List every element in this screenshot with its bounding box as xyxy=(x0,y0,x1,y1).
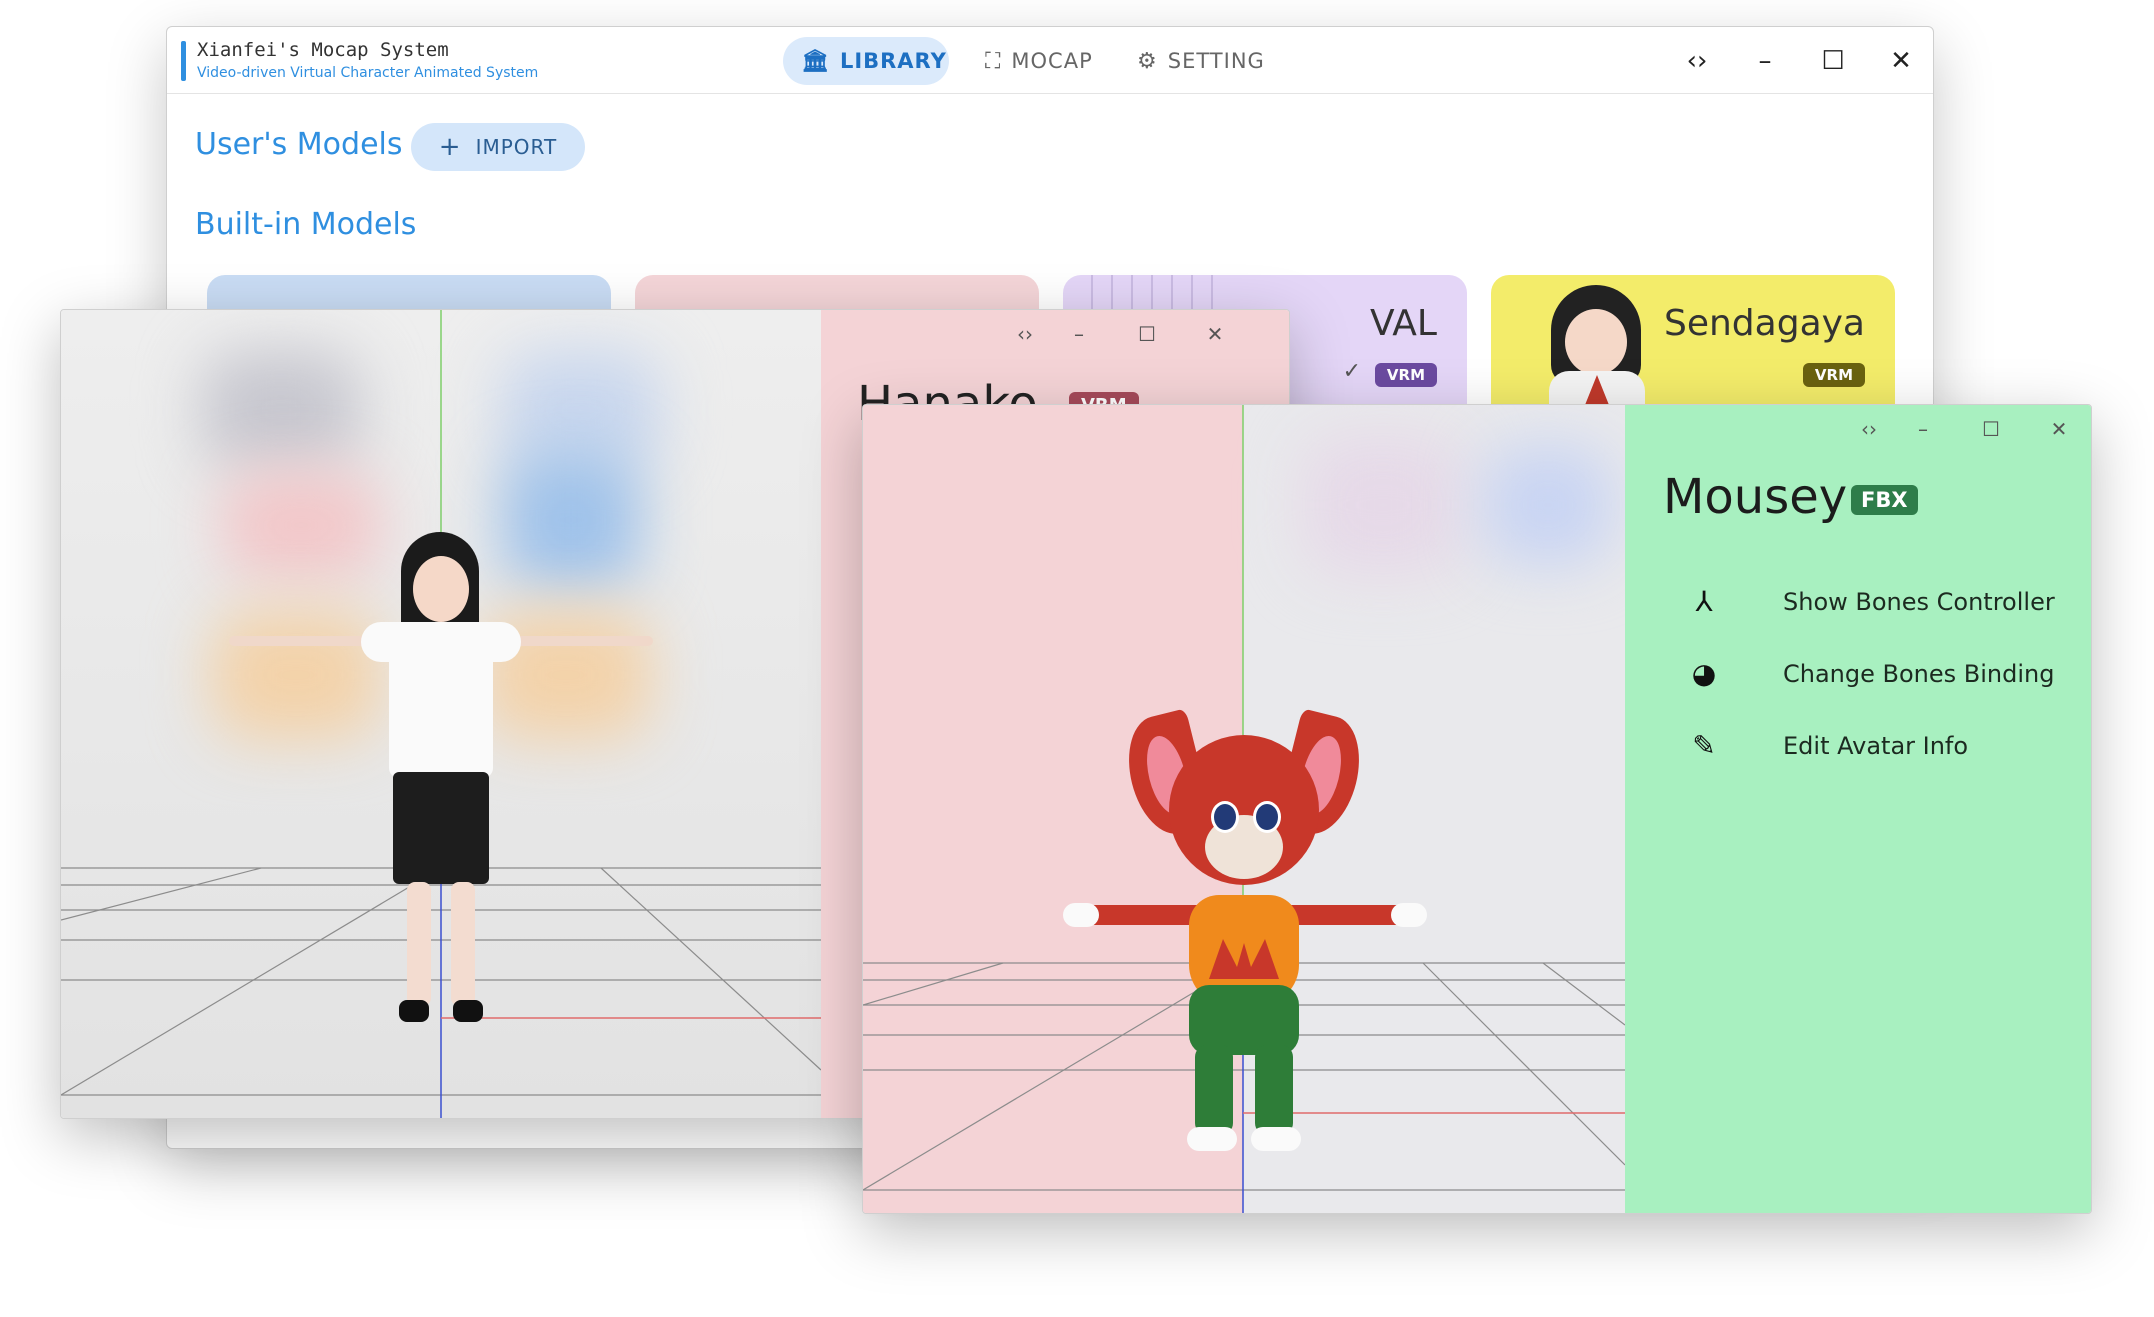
close-button[interactable]: ✕ xyxy=(1197,316,1233,352)
maximize-button[interactable]: ☐ xyxy=(1973,411,2009,447)
info-panel-mousey: ‹› – ☐ ✕ Mousey FBX ⅄ Show Bones Control… xyxy=(1625,405,2091,1213)
format-badge: VRM xyxy=(1374,363,1437,387)
import-button[interactable]: + IMPORT xyxy=(411,123,585,171)
brand-accent-bar xyxy=(181,41,186,81)
tab-library-label: LIBRARY xyxy=(839,49,947,73)
menu-item-show-bones[interactable]: ⅄ Show Bones Controller xyxy=(1685,585,2055,618)
plus-icon: + xyxy=(438,132,462,162)
code-toggle-button[interactable]: ‹› xyxy=(1851,411,1887,447)
code-toggle-button[interactable]: ‹› xyxy=(1675,39,1719,83)
viewport-3d[interactable] xyxy=(863,405,1626,1213)
tab-setting[interactable]: ⚙ SETTING xyxy=(1119,37,1279,85)
menu-item-label: Show Bones Controller xyxy=(1783,587,2055,616)
minimize-icon: – xyxy=(1758,46,1772,76)
model-name: Mousey xyxy=(1663,469,1848,525)
code-toggle-button[interactable]: ‹› xyxy=(1007,316,1043,352)
tab-mocap-label: MOCAP xyxy=(1011,49,1093,73)
builtin-models-heading: Built-in Models xyxy=(195,207,417,242)
maximize-button[interactable]: ☐ xyxy=(1129,316,1165,352)
menu-item-change-binding[interactable]: ◕ Change Bones Binding xyxy=(1685,657,2055,690)
minimize-icon: – xyxy=(1074,322,1084,346)
code-icon: ‹› xyxy=(1686,46,1708,76)
minimize-button[interactable]: – xyxy=(1743,39,1787,83)
import-label: IMPORT xyxy=(475,135,558,159)
menu-item-label: Change Bones Binding xyxy=(1783,659,2055,688)
tab-setting-label: SETTING xyxy=(1167,49,1265,73)
maximize-icon: ☐ xyxy=(1821,46,1845,76)
tab-mocap[interactable]: ⛶ MOCAP xyxy=(967,37,1107,85)
close-icon: ✕ xyxy=(1206,322,1224,346)
maximize-icon: ☐ xyxy=(1982,417,2000,441)
viewer-window-mousey: ‹› – ☐ ✕ Mousey FBX ⅄ Show Bones Control… xyxy=(862,404,2092,1214)
capture-icon: ⛶ xyxy=(985,48,1002,74)
format-badge: VRM xyxy=(1802,363,1865,387)
maximize-icon: ☐ xyxy=(1138,322,1156,346)
palette-icon: ◕ xyxy=(1691,657,1717,690)
app-subtitle: Video-driven Virtual Character Animated … xyxy=(197,65,539,81)
format-badge: FBX xyxy=(1851,485,1918,515)
tab-library[interactable]: 🏛 LIBRARY xyxy=(783,37,949,85)
gear-icon: ⚙ xyxy=(1137,48,1158,74)
card-name: VAL xyxy=(1369,303,1437,344)
minimize-button[interactable]: – xyxy=(1905,411,1941,447)
maximize-button[interactable]: ☐ xyxy=(1811,39,1855,83)
card-name: Sendagaya xyxy=(1663,303,1865,344)
title-bar: Xianfei's Mocap System Video-driven Virt… xyxy=(167,27,1933,94)
close-icon: ✕ xyxy=(1890,46,1912,76)
minimize-icon: – xyxy=(1918,417,1928,441)
code-icon: ‹› xyxy=(1017,322,1033,346)
code-icon: ‹› xyxy=(1861,417,1877,441)
pencil-icon: ✎ xyxy=(1692,729,1716,762)
check-icon: ✓ xyxy=(1342,359,1361,384)
viewport-3d[interactable] xyxy=(61,310,822,1118)
close-icon: ✕ xyxy=(2050,417,2068,441)
close-button[interactable]: ✕ xyxy=(2041,411,2077,447)
bones-icon: ⅄ xyxy=(1695,585,1713,618)
user-models-heading: User's Models xyxy=(195,127,403,162)
close-button[interactable]: ✕ xyxy=(1879,39,1923,83)
menu-item-label: Edit Avatar Info xyxy=(1783,731,1969,760)
app-title: Xianfei's Mocap System xyxy=(197,39,449,61)
library-icon: 🏛 xyxy=(801,48,830,74)
menu-item-edit-avatar[interactable]: ✎ Edit Avatar Info xyxy=(1685,729,1968,762)
minimize-button[interactable]: – xyxy=(1061,316,1097,352)
